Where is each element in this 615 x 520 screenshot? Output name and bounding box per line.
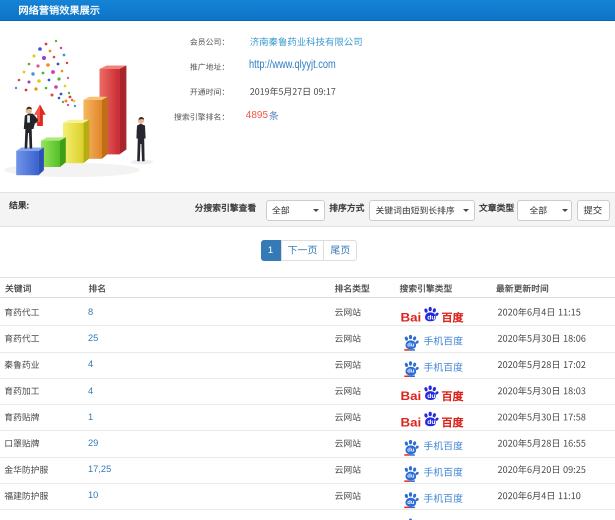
svg-text:du: du [407, 342, 415, 348]
svg-text:du: du [407, 474, 415, 480]
svg-text:du: du [427, 419, 435, 426]
svg-text:Bai: Bai [401, 390, 422, 403]
svg-text:du: du [407, 447, 415, 453]
svg-text:du: du [427, 393, 435, 400]
svg-text:du: du [427, 314, 435, 321]
svg-text:du: du [407, 369, 415, 375]
svg-text:Bai: Bai [401, 416, 422, 429]
svg-text:Bai: Bai [401, 311, 422, 324]
svg-text:du: du [407, 500, 415, 506]
